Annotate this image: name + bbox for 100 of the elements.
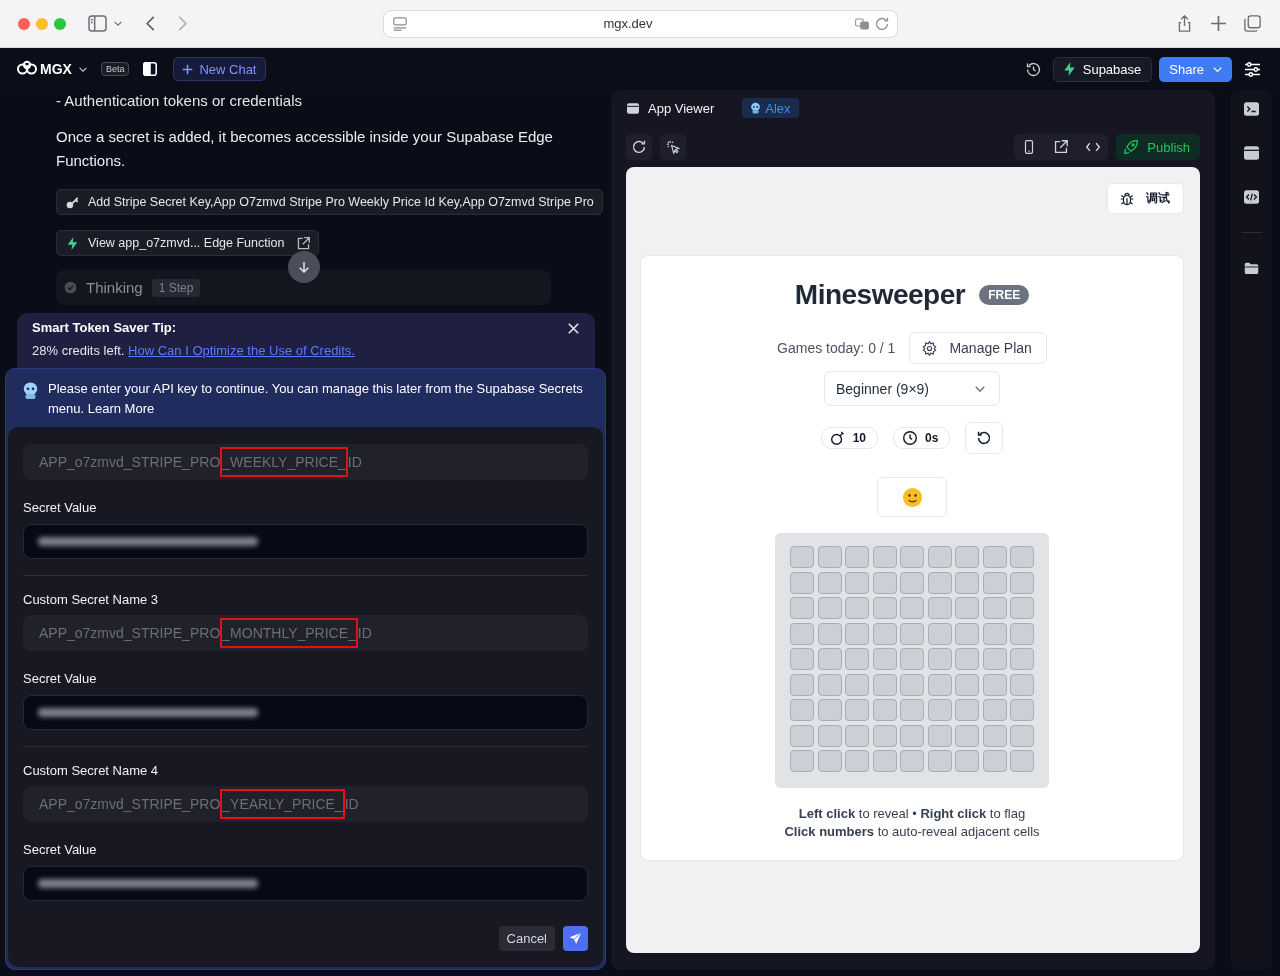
address-bar[interactable]: mgx.dev bbox=[383, 9, 898, 38]
manage-plan-button[interactable]: Manage Plan bbox=[909, 332, 1047, 364]
board-cell[interactable] bbox=[845, 724, 869, 747]
board-cell[interactable] bbox=[927, 571, 952, 594]
supabase-button[interactable]: Supabase bbox=[1052, 56, 1153, 82]
code-icon[interactable] bbox=[1086, 140, 1101, 154]
publish-button[interactable]: Publish bbox=[1116, 134, 1200, 160]
optimize-credits-link[interactable]: How Can I Optimize the Use of Credits. bbox=[128, 343, 355, 358]
add-secret-button[interactable]: Add Stripe Secret Key,App O7zmvd Stripe Pro Weekly Price Id Key,App O7zmvd Stripe Pro bbox=[56, 189, 603, 215]
board-cell[interactable] bbox=[872, 571, 897, 594]
board-cell[interactable] bbox=[1010, 622, 1034, 645]
window-close-button[interactable] bbox=[18, 17, 30, 30]
board-cell[interactable] bbox=[845, 648, 869, 670]
board-cell[interactable] bbox=[872, 546, 897, 568]
board-cell[interactable] bbox=[900, 699, 924, 721]
board-cell[interactable] bbox=[845, 699, 869, 721]
board-cell[interactable] bbox=[817, 724, 842, 747]
board-cell[interactable] bbox=[927, 673, 952, 696]
board-cell[interactable] bbox=[790, 673, 814, 696]
secret-value-field[interactable] bbox=[23, 695, 588, 730]
difficulty-select[interactable]: Beginner (9×9) bbox=[824, 371, 1000, 406]
agent-tab[interactable]: Alex bbox=[742, 98, 799, 118]
send-button[interactable] bbox=[563, 926, 588, 951]
board-cell[interactable] bbox=[927, 546, 952, 568]
board-cell[interactable] bbox=[1010, 750, 1034, 772]
board-cell[interactable] bbox=[1010, 597, 1034, 619]
board-cell[interactable] bbox=[955, 724, 979, 747]
board-cell[interactable] bbox=[872, 699, 897, 721]
board-cell[interactable] bbox=[955, 673, 979, 696]
board-cell[interactable] bbox=[845, 597, 869, 619]
board-cell[interactable] bbox=[790, 622, 814, 645]
board-cell[interactable] bbox=[1010, 648, 1034, 670]
board-cell[interactable] bbox=[982, 724, 1007, 747]
sidebar-icon[interactable] bbox=[88, 15, 107, 32]
debug-button[interactable]: 调试 bbox=[1107, 183, 1184, 214]
thinking-panel[interactable]: Thinking 1 Step bbox=[56, 270, 551, 305]
board-cell[interactable] bbox=[817, 673, 842, 696]
board-cell[interactable] bbox=[982, 750, 1007, 772]
board-cell[interactable] bbox=[845, 546, 869, 568]
board-cell[interactable] bbox=[817, 699, 842, 721]
board-cell[interactable] bbox=[1010, 546, 1034, 568]
select-element-button[interactable] bbox=[660, 134, 686, 160]
secret-value-field[interactable] bbox=[23, 524, 588, 559]
code-file-icon[interactable] bbox=[1244, 190, 1259, 204]
board-cell[interactable] bbox=[872, 597, 897, 619]
board-cell[interactable] bbox=[845, 571, 869, 594]
board-cell[interactable] bbox=[900, 622, 924, 645]
board-cell[interactable] bbox=[790, 699, 814, 721]
board-cell[interactable] bbox=[982, 648, 1007, 670]
board-cell[interactable] bbox=[982, 597, 1007, 619]
back-chevron-icon[interactable] bbox=[146, 16, 155, 31]
settings-sliders-icon[interactable] bbox=[1244, 61, 1261, 77]
learn-more-link[interactable]: Learn More bbox=[87, 401, 155, 416]
secret-value-field[interactable] bbox=[23, 866, 588, 901]
history-icon[interactable] bbox=[1025, 61, 1041, 77]
share-icon[interactable] bbox=[1176, 15, 1193, 32]
board-cell[interactable] bbox=[872, 673, 897, 696]
forward-chevron-icon[interactable] bbox=[178, 16, 187, 31]
board-cell[interactable] bbox=[927, 699, 952, 721]
board-cell[interactable] bbox=[982, 546, 1007, 568]
board-cell[interactable] bbox=[1010, 673, 1034, 696]
board-cell[interactable] bbox=[1010, 724, 1034, 747]
board-cell[interactable] bbox=[900, 597, 924, 619]
close-icon[interactable] bbox=[568, 322, 579, 334]
board-cell[interactable] bbox=[845, 673, 869, 696]
board-cell[interactable] bbox=[872, 750, 897, 772]
board-cell[interactable] bbox=[817, 622, 842, 645]
board-cell[interactable] bbox=[817, 571, 842, 594]
board-cell[interactable] bbox=[982, 699, 1007, 721]
board-cell[interactable] bbox=[900, 648, 924, 670]
board-cell[interactable] bbox=[982, 673, 1007, 696]
restart-button[interactable] bbox=[965, 422, 1004, 454]
board-cell[interactable] bbox=[900, 571, 924, 594]
board-cell[interactable] bbox=[790, 597, 814, 619]
board-cell[interactable] bbox=[790, 648, 814, 670]
board-cell[interactable] bbox=[817, 597, 842, 619]
share-button[interactable]: Share bbox=[1159, 56, 1232, 82]
board-cell[interactable] bbox=[872, 724, 897, 747]
new-chat-button[interactable]: New Chat bbox=[173, 57, 267, 81]
board-cell[interactable] bbox=[817, 648, 842, 670]
tabs-icon[interactable] bbox=[1244, 15, 1261, 32]
board-cell[interactable] bbox=[790, 750, 814, 772]
window-minimize-button[interactable] bbox=[36, 17, 48, 30]
board-cell[interactable] bbox=[872, 648, 897, 670]
face-button[interactable] bbox=[877, 477, 947, 517]
board-cell[interactable] bbox=[900, 673, 924, 696]
external-link-icon[interactable] bbox=[1054, 140, 1069, 154]
board-cell[interactable] bbox=[790, 724, 814, 747]
board-cell[interactable] bbox=[900, 546, 924, 568]
panel-toggle-icon[interactable] bbox=[143, 62, 158, 76]
board-cell[interactable] bbox=[900, 724, 924, 747]
board-cell[interactable] bbox=[872, 622, 897, 645]
translate-icon[interactable] bbox=[855, 16, 869, 31]
plus-icon[interactable] bbox=[1210, 15, 1227, 32]
view-function-button[interactable]: View app_o7zmvd... Edge Function bbox=[56, 230, 320, 256]
window-zoom-button[interactable] bbox=[54, 17, 66, 30]
terminal-icon[interactable] bbox=[1244, 102, 1259, 116]
board-cell[interactable] bbox=[955, 571, 979, 594]
board-cell[interactable] bbox=[817, 750, 842, 772]
board-cell[interactable] bbox=[982, 622, 1007, 645]
